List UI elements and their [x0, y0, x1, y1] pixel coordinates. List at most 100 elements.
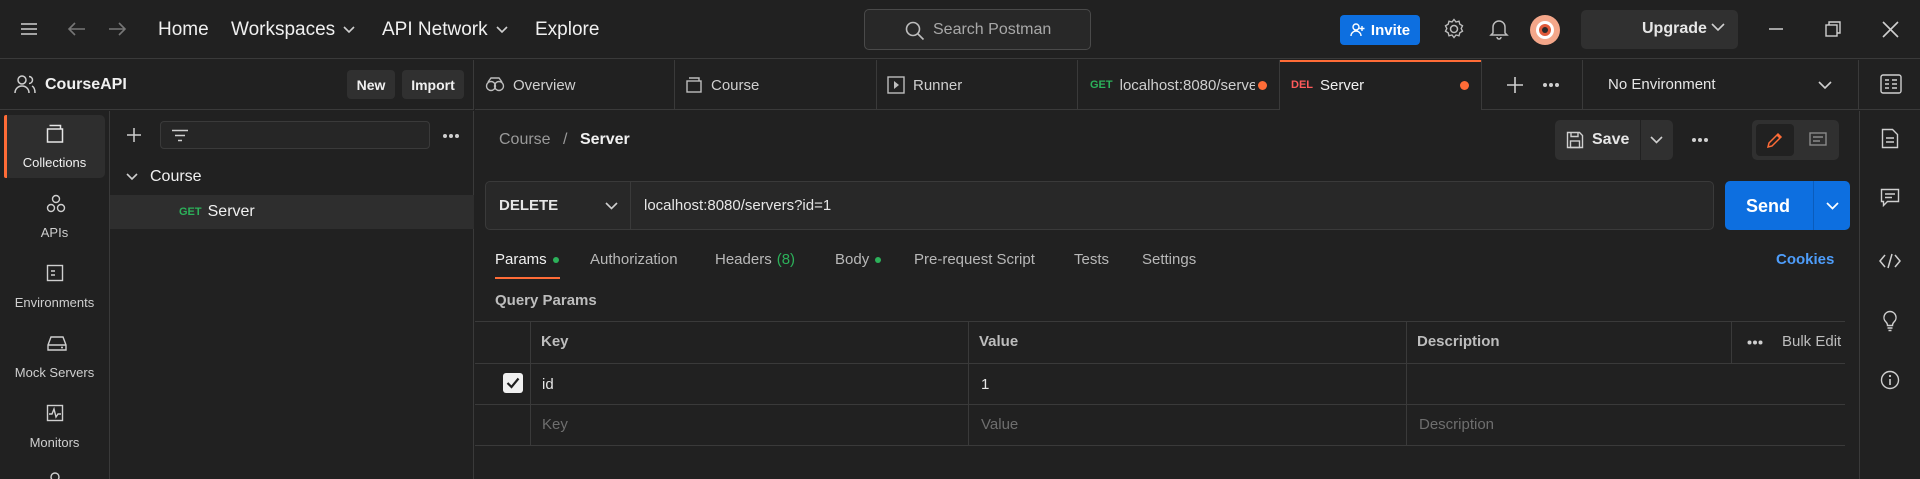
new-param-value-input[interactable]: Value [981, 416, 1018, 433]
table-border [1731, 321, 1732, 363]
url-input[interactable] [644, 197, 1694, 214]
avatar[interactable] [1530, 15, 1560, 45]
filter-input[interactable] [160, 121, 430, 149]
more-tabs-icon[interactable] [1542, 82, 1560, 88]
search-input[interactable]: Search Postman [864, 9, 1091, 50]
tab-overview[interactable]: Overview [475, 60, 675, 110]
param-value-cell[interactable]: 1 [981, 376, 989, 393]
new-param-description-input[interactable]: Description [1419, 416, 1494, 433]
tab-bar: Overview Course Runner GET localhost:808… [475, 60, 1920, 110]
collection-icon [686, 77, 702, 93]
import-button[interactable]: Import [402, 70, 464, 99]
search-placeholder: Search Postman [933, 20, 1052, 38]
column-header-key: Key [541, 333, 569, 350]
table-border [1406, 321, 1407, 446]
tab-pre-request-label: Pre-request Script [914, 251, 1035, 268]
table-border [530, 321, 531, 446]
documentation-icon[interactable] [1881, 128, 1899, 149]
tab-course[interactable]: Course [675, 60, 877, 110]
add-tab-icon[interactable] [1506, 76, 1524, 94]
tab-body-label: Body [835, 251, 870, 268]
more-rail-icon[interactable] [47, 469, 63, 479]
lightbulb-icon[interactable] [1882, 310, 1898, 332]
tab-tests-label: Tests [1074, 251, 1110, 268]
headers-count: (8) [776, 251, 796, 268]
environment-quick-look-icon[interactable] [1880, 74, 1902, 94]
comments-icon[interactable] [1880, 188, 1900, 207]
environment-selector[interactable]: No Environment [1583, 60, 1850, 110]
comment-mode-button[interactable] [1800, 124, 1836, 156]
rail-item-collections[interactable]: Collections [4, 115, 105, 178]
menu-icon[interactable] [20, 21, 38, 37]
save-label: Save [1592, 131, 1630, 148]
filter-icon [172, 129, 188, 142]
nav-explore[interactable]: Explore [535, 0, 599, 59]
import-button-label: Import [411, 76, 455, 93]
settings-gear-icon[interactable] [1443, 18, 1465, 40]
tab-get-localhost[interactable]: GET localhost:8080/serve [1078, 60, 1280, 110]
param-enabled-checkbox[interactable] [503, 373, 523, 393]
team-icon [14, 74, 36, 94]
tab-tests[interactable]: Tests [1074, 251, 1109, 268]
sidebar-more-icon[interactable] [442, 133, 460, 139]
bulk-edit-link[interactable]: Bulk Edit [1782, 333, 1841, 350]
info-icon[interactable] [1880, 370, 1900, 390]
method-select[interactable]: DELETE [486, 182, 631, 229]
rail-item-mock-servers[interactable]: Mock Servers [4, 325, 105, 388]
tab-headers[interactable]: Headers (8) [715, 251, 795, 268]
tab-headers-label: Headers [715, 251, 772, 268]
notification-bell-icon[interactable] [1489, 18, 1509, 40]
code-icon[interactable] [1879, 253, 1901, 269]
cookies-link[interactable]: Cookies [1776, 251, 1834, 268]
edit-mode-button[interactable] [1756, 124, 1794, 156]
tab-authorization[interactable]: Authorization [590, 251, 678, 268]
table-border [968, 321, 969, 446]
method-get-badge: GET [1090, 79, 1113, 91]
add-collection-icon[interactable] [126, 127, 142, 143]
tab-del-server[interactable]: DEL Server [1280, 60, 1482, 110]
close-icon[interactable] [1882, 21, 1899, 38]
table-more-icon[interactable] [1747, 340, 1763, 345]
mock-servers-icon [47, 336, 67, 351]
query-params-table: Key Value Description Bulk Edit id 1 Key… [475, 321, 1845, 446]
tab-pre-request-script[interactable]: Pre-request Script [914, 251, 1035, 268]
divider [1813, 181, 1814, 230]
rail-item-environments[interactable]: Environments [4, 255, 105, 318]
chevron-down-icon[interactable] [1650, 136, 1663, 144]
chevron-down-icon [1818, 81, 1832, 90]
method-label: DELETE [499, 197, 559, 214]
forward-arrow-icon[interactable] [107, 21, 127, 37]
tab-params[interactable]: Params [495, 251, 559, 268]
new-param-key-input[interactable]: Key [542, 416, 568, 433]
tab-del-server-label: Server [1320, 76, 1365, 94]
nav-workspaces[interactable]: Workspaces [231, 0, 355, 59]
upgrade-button[interactable]: Upgrade [1581, 10, 1738, 49]
request-item-server[interactable]: GET Server [110, 195, 474, 229]
param-key-cell[interactable]: id [542, 376, 554, 393]
send-button[interactable]: Send [1725, 181, 1850, 230]
nav-home[interactable]: Home [158, 0, 209, 59]
tab-body[interactable]: Body [835, 251, 882, 268]
tab-runner[interactable]: Runner [877, 60, 1078, 110]
rail-item-apis[interactable]: APIs [4, 185, 105, 248]
invite-button[interactable]: Invite [1340, 15, 1420, 45]
restore-window-icon[interactable] [1825, 21, 1842, 38]
method-del-badge: DEL [1291, 79, 1313, 91]
minimize-icon[interactable] [1768, 22, 1784, 36]
rail-item-monitors[interactable]: Monitors [4, 395, 105, 458]
chevron-down-icon [496, 25, 508, 33]
send-label: Send [1746, 196, 1791, 216]
new-button[interactable]: New [347, 70, 395, 99]
breadcrumb-parent[interactable]: Course [499, 131, 551, 148]
nav-api-network[interactable]: API Network [382, 0, 508, 59]
rail-item-label: Collections [22, 155, 87, 170]
rail-item-label: APIs [40, 225, 69, 240]
chevron-down-icon[interactable] [1826, 202, 1839, 210]
collection-item-course[interactable]: Course [126, 168, 202, 186]
search-icon [905, 21, 925, 41]
upgrade-label: Upgrade [1642, 20, 1707, 37]
request-more-icon[interactable] [1691, 137, 1709, 143]
back-arrow-icon[interactable] [67, 21, 87, 37]
save-button[interactable]: Save [1555, 120, 1673, 160]
tab-settings[interactable]: Settings [1142, 251, 1196, 268]
